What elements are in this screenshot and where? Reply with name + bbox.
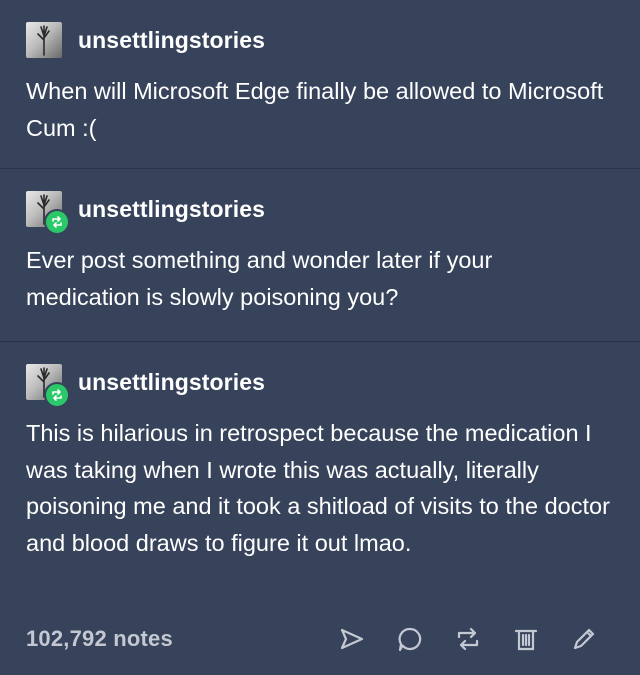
avatar[interactable] [26,364,70,408]
notes-count[interactable]: 102,792 notes [26,626,173,652]
post-header: unsettlingstories [26,364,265,408]
post-body: Ever post something and wonder later if … [26,247,493,310]
reply-icon[interactable] [394,623,426,655]
post-reblog: unsettlingstories This is hilarious in r… [0,341,640,675]
reblog-icon[interactable] [452,623,484,655]
post-header: unsettlingstories [26,191,265,235]
username[interactable]: unsettlingstories [78,27,265,54]
reblog-badge-icon [44,209,70,235]
post-header: unsettlingstories [26,22,265,58]
post-reblog: unsettlingstories Ever post something an… [0,168,640,341]
post-actions [336,623,600,655]
hand-icon [37,25,50,56]
post-original: unsettlingstories When will Microsoft Ed… [0,0,640,168]
avatar[interactable] [26,191,70,235]
delete-icon[interactable] [510,623,542,655]
username[interactable]: unsettlingstories [78,369,265,396]
reblog-badge-icon [44,382,70,408]
post-footer: 102,792 notes [26,621,600,657]
post-body: This is hilarious in retrospect because … [26,420,610,556]
username[interactable]: unsettlingstories [78,196,265,223]
post-body: When will Microsoft Edge finally be allo… [26,78,604,141]
avatar[interactable] [26,22,62,58]
edit-icon[interactable] [568,623,600,655]
share-icon[interactable] [336,623,368,655]
